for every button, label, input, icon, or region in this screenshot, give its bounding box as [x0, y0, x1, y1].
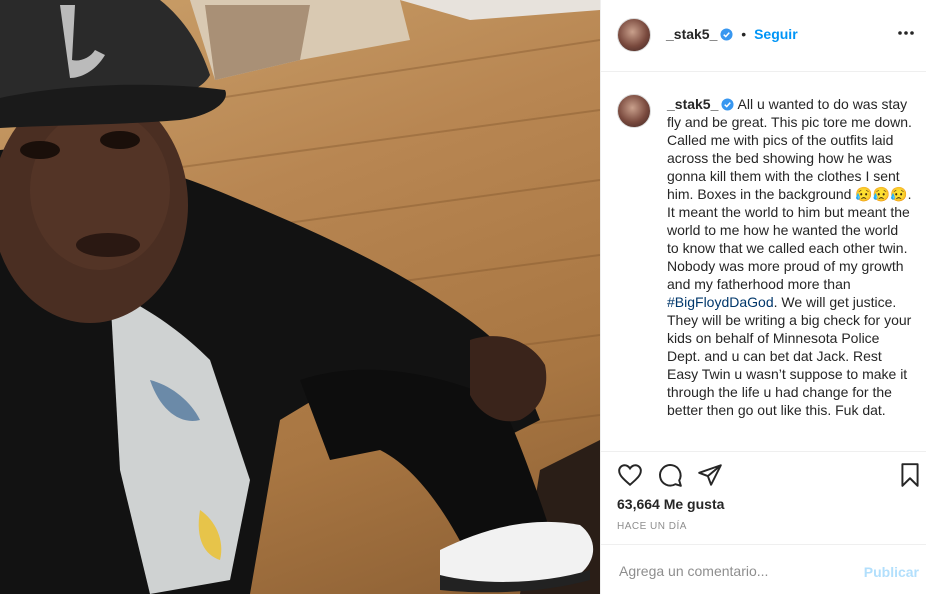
post-header: _stak5_ • Seguir: [601, 0, 926, 72]
post-photo[interactable]: [0, 0, 600, 594]
comment-form: Publicar: [601, 544, 926, 595]
caption-text: All u wanted to do was stay fly and be g…: [667, 96, 916, 292]
share-icon[interactable]: [697, 462, 723, 488]
instagram-post-view: _stak5_ • Seguir _stak5_ All u wanted to…: [0, 0, 926, 594]
verified-badge-icon: [720, 28, 733, 41]
caption-avatar[interactable]: [617, 94, 651, 128]
comments-area[interactable]: _stak5_ All u wanted to do was stay fly …: [601, 72, 926, 450]
comment-icon[interactable]: [657, 462, 683, 488]
selfie-photo-illustration: [0, 0, 600, 594]
hashtag-link[interactable]: #BigFloydDaGod: [667, 294, 774, 310]
post-caption: _stak5_ All u wanted to do was stay fly …: [667, 95, 913, 419]
more-options-icon[interactable]: [896, 26, 916, 40]
heart-icon[interactable]: [617, 462, 643, 488]
post-side-panel: _stak5_ • Seguir _stak5_ All u wanted to…: [600, 0, 926, 594]
verified-badge-icon: [721, 98, 734, 111]
publish-button[interactable]: Publicar: [864, 564, 919, 580]
avatar[interactable]: [617, 18, 651, 52]
comment-input[interactable]: [617, 558, 851, 584]
header-user-line: _stak5_ • Seguir: [666, 26, 798, 42]
caption-text-continued: . We will get justice. They will be writ…: [667, 294, 916, 418]
separator-dot: •: [741, 26, 747, 42]
action-bar: [601, 451, 926, 498]
username-link[interactable]: _stak5_: [666, 26, 717, 42]
follow-button[interactable]: Seguir: [754, 26, 798, 42]
caption-username[interactable]: _stak5_: [667, 96, 718, 112]
likes-count[interactable]: 63,664 Me gusta: [617, 496, 724, 512]
bookmark-icon[interactable]: [897, 462, 923, 488]
post-timestamp[interactable]: HACE UN DÍA: [617, 521, 687, 532]
